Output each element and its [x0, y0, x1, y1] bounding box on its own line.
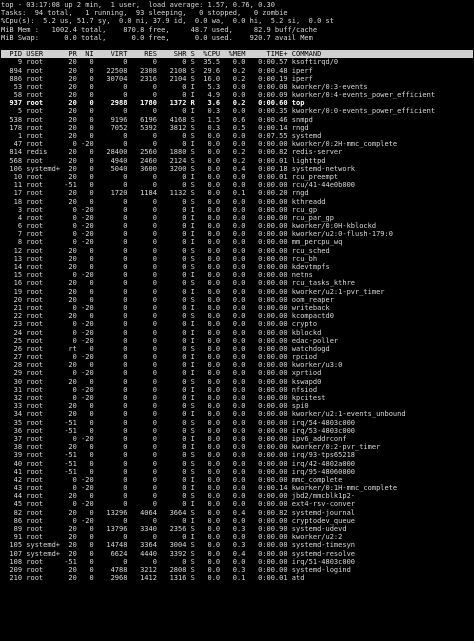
process-row: 106 systemd+ 20 0 5040 3600 3200 S 0.0 0…: [1, 164, 356, 173]
top-summary: top - 03:17:08 up 2 min, 1 user, load av…: [1, 1, 474, 42]
process-row: 210 root 20 0 2968 1412 1316 S 0.0 0.1 0…: [1, 574, 305, 583]
process-row: 894 root 20 0 22508 2308 2108 S 29.6 0.2…: [1, 66, 313, 75]
process-row: 13 root 20 0 0 0 0 S 0.0 0.0 0:00.00 rcu…: [1, 254, 318, 263]
process-row: 886 root 20 0 30704 2316 2104 S 16.0 0.2…: [1, 74, 313, 83]
process-row: 6 root 0 -20 0 0 0 I 0.0 0.0 0:00.00 kwo…: [1, 222, 377, 231]
process-row: 89 root 20 0 13796 3340 2356 S 0.0 0.3 0…: [1, 525, 347, 533]
process-row: 19 root 20 0 0 0 0 I 0.0 0.0 0:00.00 kwo…: [1, 287, 385, 296]
process-row: 25 root 0 -20 0 0 0 I 0.0 0.0 0:00.00 ed…: [1, 336, 339, 345]
process-row: 26 root rt 0 0 0 0 S 0.0 0.0 0:00.00 wat…: [1, 344, 330, 353]
process-row: 10 root 20 0 0 0 0 I 0.0 0.0 0:00.01 rcu…: [1, 172, 339, 181]
process-row: 32 root 0 -20 0 0 0 I 0.0 0.0 0:00.00 kp…: [1, 394, 326, 402]
process-row: 12 root 20 0 0 0 0 S 0.0 0.0 0:00.00 rcu…: [1, 246, 330, 255]
process-row: 45 root 0 -20 0 0 0 I 0.0 0.0 0:00.00 ex…: [1, 500, 356, 509]
process-row: 538 root 20 0 9196 6196 4168 S 1.5 0.6 0…: [1, 115, 313, 124]
swap-line: MiB Swap: 0.0 total, 0.0 free, 0.0 used.…: [1, 33, 313, 42]
cpu-line: %Cpu(s): 5.2 us, 51.7 sy, 0.0 ni, 37.9 i…: [1, 17, 334, 26]
process-row: 22 root 20 0 0 0 0 S 0.0 0.0 0:00.00 kco…: [1, 312, 334, 321]
process-row: 17 root 20 0 1720 1184 1132 S 0.0 0.1 0:…: [1, 189, 309, 198]
terminal-window[interactable]: top - 03:17:08 up 2 min, 1 user, load av…: [0, 0, 474, 641]
process-row: 35 root -51 0 0 0 0 S 0.0 0.0 0:00.00 ir…: [1, 418, 356, 427]
process-row: 107 systemd+ 20 0 6624 4440 3392 S 0.0 0…: [1, 549, 356, 558]
process-row: 568 root 20 0 4940 2460 2124 S 0.0 0.2 0…: [1, 156, 326, 165]
process-row: 4 root 0 -20 0 0 0 I 0.0 0.0 0:00.00 rcu…: [1, 213, 334, 222]
process-row: 28 root 20 0 0 0 0 I 0.0 0.0 0:00.00 kwo…: [1, 361, 343, 370]
process-row: 30 root 20 0 0 0 0 S 0.0 0.0 0:00.00 ksw…: [1, 377, 322, 386]
process-row: 16 root 20 0 0 0 0 S 0.0 0.0 0:00.00 rcu…: [1, 279, 356, 288]
process-row: 937 root 20 0 2988 1780 1372 R 3.6 0.2 0…: [1, 99, 305, 108]
process-row: 9 root 20 0 0 0 0 S 35.5 0.0 0:00.57 kso…: [1, 58, 339, 67]
process-row: 3 root 0 -20 0 0 0 I 0.0 0.0 0:00.00 rcu…: [1, 205, 318, 214]
process-row: 209 root 20 0 4788 3212 2808 S 0.0 0.3 0…: [1, 565, 351, 574]
process-row: 53 root 20 0 0 0 0 I 5.3 0.0 0:00.08 kwo…: [1, 82, 368, 91]
process-row: 91 root 20 0 0 0 0 I 0.0 0.0 0:00.00 kwo…: [1, 533, 343, 542]
process-row: 814 redis 20 0 28400 2560 1880 S 0.0 0.2…: [1, 148, 343, 157]
process-row: 29 root 0 -20 0 0 0 I 0.0 0.0 0:00.00 xp…: [1, 369, 322, 378]
process-row: 39 root -51 0 0 0 0 S 0.0 0.0 0:00.00 ir…: [1, 451, 356, 460]
process-row: 14 root 20 0 0 0 0 S 0.0 0.0 0:00.00 kde…: [1, 263, 330, 271]
mem-line: MiB Mem : 1002.4 total, 870.8 free, 48.7…: [1, 25, 318, 34]
process-row: 43 root 0 -20 0 0 0 I 0.0 0.0 0:00.14 kw…: [1, 484, 398, 493]
process-row: 40 root -51 0 0 0 0 S 0.0 0.0 0:00.00 ir…: [1, 459, 356, 468]
process-row: 21 root 0 -20 0 0 0 I 0.0 0.0 0:00.00 wr…: [1, 303, 330, 312]
process-row: 34 root 20 0 0 0 0 I 0.0 0.0 0:00.00 kwo…: [1, 410, 406, 419]
process-row: 38 root 20 0 0 0 0 I 0.0 0.0 0:00.00 kwo…: [1, 443, 381, 452]
process-row: 44 root 20 0 0 0 0 S 0.0 0.0 0:00.00 jbd…: [1, 492, 356, 501]
process-row: 108 root -51 0 0 0 0 S 0.0 0.0 0:00.00 i…: [1, 557, 356, 566]
process-row: 11 root -51 0 0 0 0 S 0.0 0.0 0:00.00 rc…: [1, 181, 356, 190]
process-row: 5 root 20 0 0 0 0 I 0.3 0.0 0:00.35 kwor…: [1, 107, 436, 116]
process-row: 178 root 20 0 7052 5392 3812 S 0.3 0.5 0…: [1, 123, 309, 132]
process-row: 1 root 20 0 0 0 0 S 0.0 0.0 0:07.55 syst…: [1, 132, 322, 140]
process-row: 82 root 20 0 13296 4064 3664 S 0.0 0.4 0…: [1, 508, 356, 517]
process-row: 36 root -51 0 0 0 0 S 0.0 0.0 0:00.00 ir…: [1, 426, 356, 435]
process-row: 47 root 0 -20 0 0 0 I 0.0 0.0 0:00.00 kw…: [1, 140, 398, 149]
process-row: 58 root 20 0 0 0 0 I 4.9 0.0 0:00.09 kwo…: [1, 91, 436, 100]
uptime-line: top - 03:17:08 up 2 min, 1 user, load av…: [1, 1, 275, 9]
process-row: 20 root 20 0 0 0 0 S 0.0 0.0 0:00.00 oom…: [1, 295, 334, 304]
process-row: 15 root 0 -20 0 0 0 I 0.0 0.0 0:00.00 ne…: [1, 271, 313, 280]
process-row: 41 root -51 0 0 0 0 S 0.0 0.0 0:00.00 ir…: [1, 467, 356, 476]
process-row: 105 systemd+ 20 0 14748 3364 3004 S 0.0 …: [1, 541, 356, 550]
process-table: 9 root 20 0 0 0 0 S 35.5 0.0 0:00.57 kso…: [1, 58, 474, 582]
process-row: 7 root 0 -20 0 0 0 I 0.0 0.0 0:00.00 kwo…: [1, 230, 393, 239]
process-row: 86 root 0 -20 0 0 0 I 0.0 0.0 0:00.00 cr…: [1, 516, 356, 525]
process-table-header: PID USER PR NI VIRT RES SHR S %CPU %MEM …: [1, 50, 473, 59]
tasks-line: Tasks: 94 total, 1 running, 93 sleeping,…: [1, 9, 288, 18]
process-row: 31 root 0 -20 0 0 0 I 0.0 0.0 0:00.00 nf…: [1, 385, 318, 394]
process-row: 27 root 0 -20 0 0 0 I 0.0 0.0 0:00.00 rp…: [1, 353, 318, 362]
process-row: 23 root 0 -20 0 0 0 I 0.0 0.0 0:00.00 cr…: [1, 320, 318, 329]
process-row: 42 root 0 -20 0 0 0 I 0.0 0.0 0:00.00 mm…: [1, 475, 343, 484]
process-row: 18 root 20 0 0 0 0 S 0.0 0.0 0:00.00 kth…: [1, 197, 326, 206]
process-row: 37 root 0 -20 0 0 0 I 0.0 0.0 0:00.00 ip…: [1, 434, 347, 443]
process-row: 24 root 0 -20 0 0 0 I 0.0 0.0 0:00.00 kb…: [1, 328, 322, 337]
process-row: 33 root 20 0 0 0 0 S 0.0 0.0 0:00.00 spi…: [1, 402, 309, 411]
process-row: 8 root 0 -20 0 0 0 I 0.0 0.0 0:00.00 mm_…: [1, 238, 343, 247]
